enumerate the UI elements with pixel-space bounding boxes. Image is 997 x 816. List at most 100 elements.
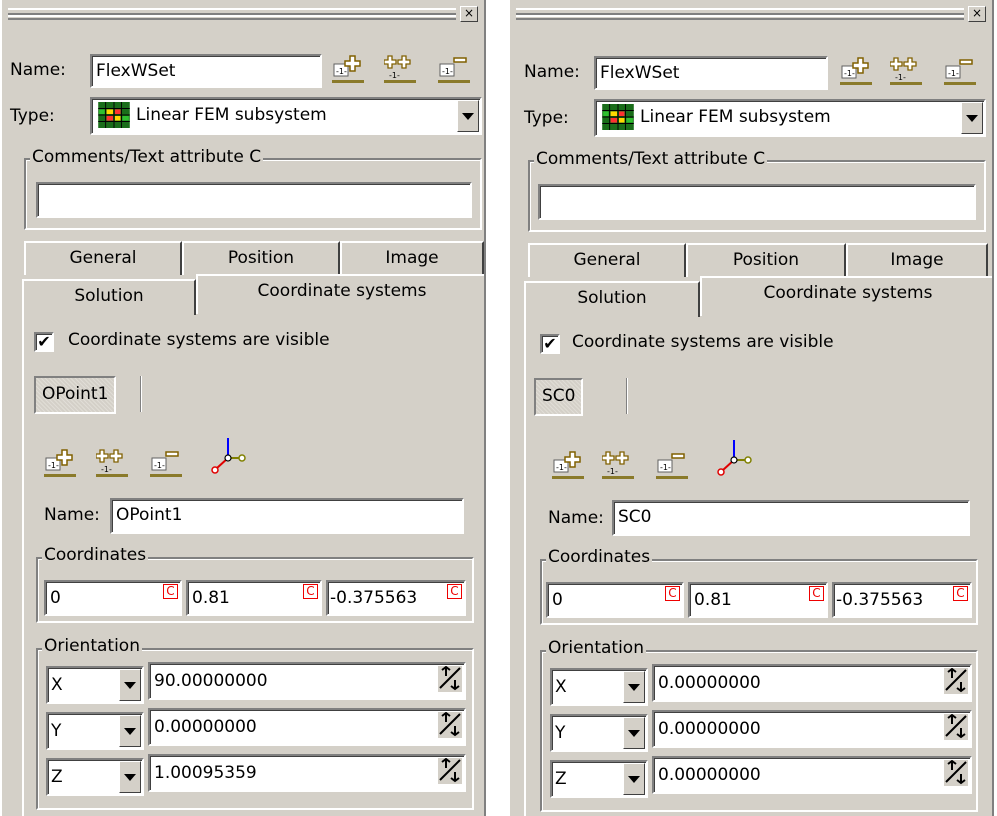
delete-icon[interactable] bbox=[944, 56, 976, 86]
close-button[interactable]: × bbox=[460, 6, 478, 22]
comments-input[interactable] bbox=[36, 182, 472, 218]
add-multiple-icon[interactable] bbox=[890, 56, 922, 86]
orient-value-1-input[interactable]: 90.00000000 bbox=[148, 662, 466, 700]
orient-axis-2-select[interactable]: Y bbox=[46, 712, 144, 750]
spin-icon[interactable] bbox=[438, 758, 462, 784]
drag-grip[interactable] bbox=[8, 8, 456, 20]
cs-tab-separator bbox=[626, 378, 628, 414]
orient-axis-3-select[interactable]: Z bbox=[46, 758, 144, 796]
coord-z-input[interactable]: -0.375563 C bbox=[326, 580, 466, 616]
add-multiple-icon[interactable] bbox=[384, 54, 416, 84]
comments-title: Comments/Text attribute C bbox=[534, 149, 768, 169]
visible-checkbox[interactable]: ✔ bbox=[34, 332, 54, 352]
delete-cs-icon[interactable] bbox=[656, 450, 688, 480]
cs-tab-selected[interactable]: SC0 bbox=[534, 378, 584, 416]
coord-x-value: 0 bbox=[552, 590, 563, 610]
spin-icon[interactable] bbox=[944, 714, 968, 740]
orient-value-3-input[interactable]: 0.00000000 bbox=[652, 756, 972, 794]
add-cs-icon[interactable] bbox=[552, 450, 584, 480]
add-cs-icon[interactable] bbox=[44, 448, 76, 478]
orient-value-1: 0.00000000 bbox=[658, 673, 761, 693]
chevron-down-icon[interactable] bbox=[623, 671, 645, 703]
constraint-c-icon[interactable]: C bbox=[303, 584, 318, 599]
constraint-c-icon[interactable]: C bbox=[447, 584, 462, 599]
chevron-down-icon[interactable] bbox=[623, 763, 645, 795]
coord-y-input[interactable]: 0.81 C bbox=[688, 582, 828, 618]
spin-icon[interactable] bbox=[944, 760, 968, 786]
coord-z-input[interactable]: -0.375563 C bbox=[832, 582, 972, 618]
constraint-c-icon[interactable]: C bbox=[809, 586, 824, 601]
spin-icon[interactable] bbox=[438, 666, 462, 692]
chevron-down-icon[interactable] bbox=[119, 761, 141, 793]
orient-value-2: 0.00000000 bbox=[154, 717, 257, 737]
orient-axis-3-value: Z bbox=[51, 767, 63, 787]
orient-axis-1-select[interactable]: X bbox=[550, 668, 648, 706]
constraint-c-icon[interactable]: C bbox=[163, 584, 178, 599]
constraint-c-icon[interactable]: C bbox=[953, 586, 968, 601]
add-multiple-cs-icon[interactable] bbox=[96, 448, 128, 478]
panel-titlebar[interactable]: × bbox=[6, 6, 482, 22]
chevron-down-icon[interactable] bbox=[457, 100, 479, 132]
cs-tab-selected[interactable]: OPoint1 bbox=[34, 376, 117, 414]
chevron-down-icon[interactable] bbox=[119, 669, 141, 701]
orient-axis-3-select[interactable]: Z bbox=[550, 760, 648, 798]
orient-axis-1-select[interactable]: X bbox=[46, 666, 144, 704]
orient-value-2-input[interactable]: 0.00000000 bbox=[652, 710, 972, 748]
fem-subsystem-icon bbox=[98, 102, 130, 128]
add-icon[interactable] bbox=[840, 56, 872, 86]
tab-coordinate-systems[interactable]: Coordinate systems bbox=[196, 274, 484, 314]
tab-general[interactable]: General bbox=[24, 241, 182, 275]
cs-name-input[interactable]: OPoint1 bbox=[110, 498, 464, 534]
chevron-down-icon[interactable] bbox=[119, 715, 141, 747]
drag-grip[interactable] bbox=[516, 8, 964, 20]
comments-input[interactable] bbox=[538, 184, 976, 220]
tab-image[interactable]: Image bbox=[846, 243, 988, 277]
tab-solution[interactable]: Solution bbox=[524, 281, 700, 317]
name-input[interactable]: FlexWSet bbox=[594, 56, 828, 90]
panel-titlebar[interactable]: × bbox=[514, 6, 990, 22]
spin-icon[interactable] bbox=[438, 712, 462, 738]
tab-position[interactable]: Position bbox=[182, 241, 340, 275]
coord-y-input[interactable]: 0.81 C bbox=[186, 580, 322, 616]
coord-x-input[interactable]: 0C bbox=[44, 580, 182, 616]
orient-value-3: 0.00000000 bbox=[658, 765, 761, 785]
tab-solution[interactable]: Solution bbox=[22, 279, 196, 315]
close-button[interactable]: × bbox=[968, 6, 986, 22]
type-select[interactable]: Linear FEM subsystem bbox=[90, 97, 482, 135]
coord-x-input[interactable]: 0C bbox=[546, 582, 684, 618]
spin-icon[interactable] bbox=[944, 668, 968, 694]
orient-value-3-input[interactable]: 1.00095359 bbox=[148, 754, 466, 792]
chevron-down-icon[interactable] bbox=[961, 102, 983, 134]
tab-coordinate-systems[interactable]: Coordinate systems bbox=[700, 276, 992, 316]
chevron-down-icon[interactable] bbox=[623, 717, 645, 749]
orient-value-1-input[interactable]: 0.00000000 bbox=[652, 664, 972, 702]
comments-title: Comments/Text attribute C bbox=[30, 147, 264, 167]
add-multiple-cs-icon[interactable] bbox=[602, 450, 634, 480]
orient-axis-2-value: Y bbox=[555, 723, 566, 743]
add-icon[interactable] bbox=[332, 54, 364, 84]
cs-name-input[interactable]: SC0 bbox=[612, 500, 970, 536]
type-label: Type: bbox=[524, 108, 569, 128]
coordinate-axes-icon[interactable] bbox=[714, 438, 754, 478]
coordinate-axes-icon[interactable] bbox=[208, 436, 248, 476]
tab-image[interactable]: Image bbox=[340, 241, 484, 275]
orient-axis-2-value: Y bbox=[51, 721, 62, 741]
name-label: Name: bbox=[10, 60, 66, 80]
orient-axis-1-value: X bbox=[51, 675, 63, 695]
delete-icon[interactable] bbox=[438, 54, 470, 84]
orient-axis-3-value: Z bbox=[555, 769, 567, 789]
tab-general[interactable]: General bbox=[528, 243, 686, 277]
orient-value-2-input[interactable]: 0.00000000 bbox=[148, 708, 466, 746]
name-label: Name: bbox=[524, 62, 580, 82]
name-input[interactable]: FlexWSet bbox=[90, 54, 322, 88]
coordinates-title: Coordinates bbox=[42, 545, 149, 565]
visible-checkbox[interactable]: ✔ bbox=[540, 334, 560, 354]
coord-y-value: 0.81 bbox=[694, 590, 732, 610]
type-label: Type: bbox=[10, 106, 55, 126]
orient-value-3: 1.00095359 bbox=[154, 763, 257, 783]
orient-axis-2-select[interactable]: Y bbox=[550, 714, 648, 752]
constraint-c-icon[interactable]: C bbox=[665, 586, 680, 601]
tab-position[interactable]: Position bbox=[686, 243, 846, 277]
delete-cs-icon[interactable] bbox=[150, 448, 182, 478]
type-select[interactable]: Linear FEM subsystem bbox=[594, 99, 986, 137]
